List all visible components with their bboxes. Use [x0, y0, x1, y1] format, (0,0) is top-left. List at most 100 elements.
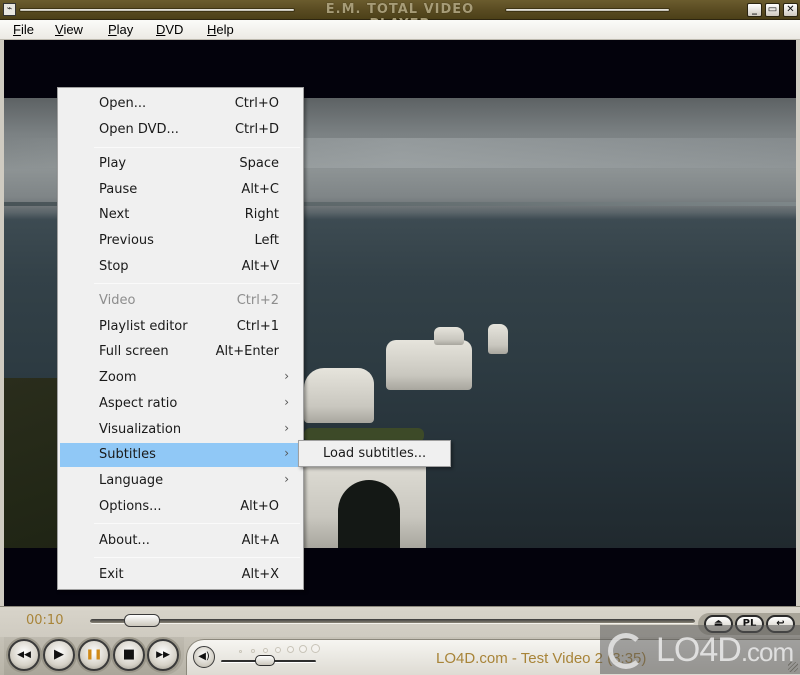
- seek-bar[interactable]: [90, 619, 695, 624]
- menu-item-label: Zoom: [99, 370, 137, 385]
- menu-item-label: Language: [99, 473, 164, 488]
- menu-item-shortcut: Right: [244, 207, 279, 222]
- menu-item-label: Open...: [99, 96, 147, 111]
- play-button[interactable]: ▶: [43, 639, 75, 671]
- app-window: ⌁ E.M. TOTAL VIDEO PLAYER _ ▭ ✕ File Vie…: [0, 0, 800, 675]
- menu-item-shortcut: Alt+O: [240, 499, 279, 514]
- transport-group: ◀◀ ▶ ❚❚ ■ ▶▶: [4, 637, 184, 675]
- menu-item-shortcut: Space: [239, 156, 279, 171]
- menu-item-about[interactable]: About... Alt+A: [60, 529, 301, 553]
- elapsed-time: 00:10: [26, 613, 64, 628]
- menu-item-full-screen[interactable]: Full screen Alt+Enter: [60, 340, 301, 364]
- menu-item-language[interactable]: Language ›: [60, 469, 301, 493]
- menu-item-shortcut: Alt+C: [241, 182, 279, 197]
- menu-dvd-mnemonic: D: [156, 22, 166, 37]
- menu-item-next[interactable]: Next Right: [60, 203, 301, 227]
- pause-button[interactable]: ❚❚: [78, 639, 110, 671]
- volume-thumb[interactable]: [254, 655, 275, 666]
- menu-item-label: Exit: [99, 567, 124, 582]
- menu-item-stop[interactable]: Stop Alt+V: [60, 255, 301, 279]
- close-button[interactable]: ✕: [783, 3, 798, 17]
- volume-dot: [287, 646, 294, 653]
- menu-item-label: Previous: [99, 233, 154, 248]
- menu-item-open-dvd[interactable]: Open DVD... Ctrl+D: [60, 118, 301, 142]
- menu-item-open[interactable]: Open... Ctrl+O: [60, 92, 301, 116]
- context-menu: Open... Ctrl+O Open DVD... Ctrl+D Play Spac…: [57, 87, 304, 590]
- menu-item-zoom[interactable]: Zoom ›: [60, 366, 301, 390]
- minimize-button[interactable]: _: [747, 3, 762, 17]
- stop-button[interactable]: ■: [113, 639, 145, 671]
- volume-dot: [275, 647, 281, 653]
- menu-separator: [94, 147, 300, 148]
- menu-view-label: iew: [63, 22, 83, 37]
- watermark-suffix: .com: [740, 637, 794, 667]
- seek-thumb[interactable]: [124, 614, 161, 627]
- menu-help-label: elp: [216, 22, 234, 37]
- app-menu-icon[interactable]: ⌁: [3, 3, 16, 16]
- menu-item-label: Subtitles: [99, 447, 156, 462]
- chevron-right-icon: ›: [284, 395, 289, 409]
- video-arch: [338, 480, 400, 548]
- menu-help[interactable]: Help: [207, 22, 234, 37]
- menu-view[interactable]: View: [55, 22, 83, 37]
- title-groove-right: [505, 8, 670, 12]
- menu-item-previous[interactable]: Previous Left: [60, 229, 301, 253]
- menu-item-video: Video Ctrl+2: [60, 289, 301, 313]
- menu-item-load-subtitles[interactable]: Load subtitles...: [323, 446, 426, 461]
- menu-item-label: Playlist editor: [99, 319, 188, 334]
- menu-file-mnemonic: F: [13, 22, 21, 37]
- menu-dvd[interactable]: DVD: [156, 22, 183, 37]
- video-cliff-left: [304, 368, 374, 423]
- lo4d-logo-icon: [608, 633, 644, 669]
- watermark-brand: LO4D: [656, 631, 742, 669]
- video-cliff: [386, 340, 472, 390]
- volume-dot: [299, 645, 307, 653]
- menu-item-aspect-ratio[interactable]: Aspect ratio ›: [60, 392, 301, 416]
- video-cliff-top: [434, 327, 464, 345]
- menu-item-label: About...: [99, 533, 150, 548]
- title-bar[interactable]: ⌁ E.M. TOTAL VIDEO PLAYER _ ▭ ✕: [0, 0, 800, 32]
- mute-button[interactable]: ◀): [193, 646, 215, 668]
- chevron-right-icon: ›: [284, 446, 289, 460]
- menu-item-exit[interactable]: Exit Alt+X: [60, 563, 301, 587]
- menu-item-label: Options...: [99, 499, 162, 514]
- menu-file-label: ile: [20, 22, 34, 37]
- watermark-text: LO4D.com: [656, 631, 794, 670]
- menu-item-options[interactable]: Options... Alt+O: [60, 495, 301, 519]
- chevron-right-icon: ›: [284, 421, 289, 435]
- maximize-button[interactable]: ▭: [765, 3, 780, 17]
- menu-dvd-label: VD: [165, 22, 184, 37]
- menu-item-shortcut: Ctrl+2: [236, 293, 279, 308]
- title-groove-left: [19, 8, 295, 12]
- menu-item-label: Visualization: [99, 422, 182, 437]
- menu-item-pause[interactable]: Pause Alt+C: [60, 178, 301, 202]
- menu-item-subtitles[interactable]: Subtitles ›: [60, 443, 301, 467]
- menu-item-play[interactable]: Play Space: [60, 152, 301, 176]
- menu-help-mnemonic: H: [207, 22, 217, 37]
- menu-item-label: Stop: [99, 259, 129, 274]
- menu-item-label: Aspect ratio: [99, 396, 178, 411]
- chevron-right-icon: ›: [284, 472, 289, 486]
- forward-button[interactable]: ▶▶: [147, 639, 179, 671]
- volume-dot: [311, 644, 320, 653]
- menu-item-playlist-editor[interactable]: Playlist editor Ctrl+1: [60, 315, 301, 339]
- menu-play-label: lay: [116, 22, 134, 37]
- menu-item-label: Full screen: [99, 344, 169, 359]
- menu-item-label: Open DVD...: [99, 122, 179, 137]
- volume-level-indicator: [231, 643, 331, 655]
- menu-item-visualization[interactable]: Visualization ›: [60, 418, 301, 442]
- menu-item-shortcut: Ctrl+O: [234, 96, 279, 111]
- video-sea-stack: [488, 324, 508, 354]
- menu-item-label: Play: [99, 156, 127, 171]
- menu-item-shortcut: Left: [254, 233, 279, 248]
- menu-item-shortcut: Alt+Enter: [215, 344, 279, 359]
- menu-play[interactable]: Play: [108, 22, 133, 37]
- menu-item-label: Pause: [99, 182, 138, 197]
- menu-separator: [94, 283, 300, 284]
- volume-dot: [251, 649, 255, 653]
- rewind-button[interactable]: ◀◀: [8, 639, 40, 671]
- menu-play-mnemonic: P: [108, 22, 117, 37]
- menu-bar: File View Play DVD Help: [0, 20, 800, 40]
- menu-file[interactable]: File: [13, 22, 34, 37]
- menu-separator: [94, 557, 300, 558]
